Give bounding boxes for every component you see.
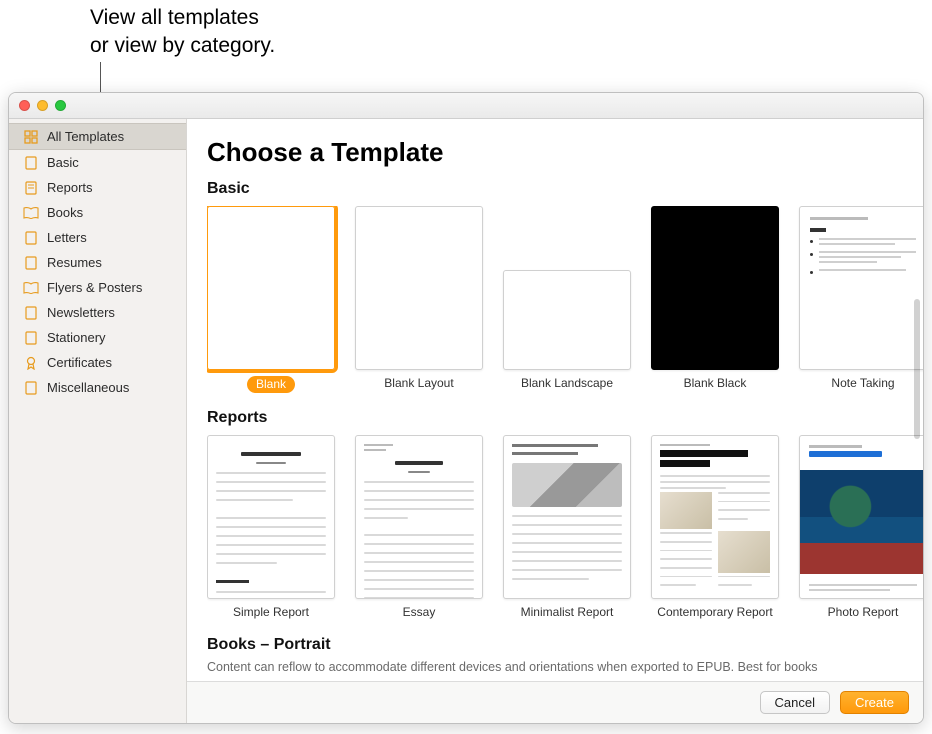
ribbon-icon bbox=[23, 356, 39, 370]
window-body: All Templates Basic Reports Books bbox=[9, 119, 923, 723]
template-label: Simple Report bbox=[233, 605, 309, 620]
sidebar-item-reports[interactable]: Reports bbox=[9, 175, 186, 200]
template-thumbnail bbox=[799, 435, 923, 599]
dialog-footer: Cancel Create bbox=[187, 681, 923, 723]
document-icon bbox=[23, 306, 39, 320]
sidebar-item-letters[interactable]: Letters bbox=[9, 225, 186, 250]
create-button[interactable]: Create bbox=[840, 691, 909, 714]
sidebar-item-resumes[interactable]: Resumes bbox=[9, 250, 186, 275]
template-label: Essay bbox=[403, 605, 436, 620]
template-thumbnail bbox=[503, 270, 631, 370]
close-icon[interactable] bbox=[19, 100, 30, 111]
sidebar-item-label: Certificates bbox=[47, 355, 112, 370]
sidebar-item-label: Newsletters bbox=[47, 305, 115, 320]
sidebar-item-all-templates[interactable]: All Templates bbox=[9, 123, 186, 150]
template-label: Contemporary Report bbox=[657, 605, 772, 620]
sidebar-item-label: Letters bbox=[47, 230, 87, 245]
sidebar-item-miscellaneous[interactable]: Miscellaneous bbox=[9, 375, 186, 400]
template-thumbnail bbox=[355, 206, 483, 370]
sidebar-item-label: Stationery bbox=[47, 330, 106, 345]
template-thumbnail bbox=[355, 435, 483, 599]
template-label: Minimalist Report bbox=[521, 605, 614, 620]
sidebar-item-label: Miscellaneous bbox=[47, 380, 129, 395]
template-blank-layout[interactable]: Blank Layout bbox=[355, 206, 483, 393]
sidebar-item-label: Basic bbox=[47, 155, 79, 170]
template-row-basic: Blank Blank Layout Blank Landscape Blank… bbox=[207, 206, 923, 393]
template-thumbnail bbox=[651, 206, 779, 370]
template-blank[interactable]: Blank bbox=[207, 206, 335, 393]
template-blank-black[interactable]: Blank Black bbox=[651, 206, 779, 393]
template-simple-report[interactable]: Simple Report bbox=[207, 435, 335, 620]
template-essay[interactable]: Essay bbox=[355, 435, 483, 620]
section-subtitle-books: Content can reflow to accommodate differ… bbox=[207, 660, 923, 674]
sidebar-item-label: Books bbox=[47, 205, 83, 220]
template-chooser-window: All Templates Basic Reports Books bbox=[8, 92, 924, 724]
category-sidebar: All Templates Basic Reports Books bbox=[9, 119, 187, 723]
template-thumbnail bbox=[207, 206, 335, 370]
cancel-button[interactable]: Cancel bbox=[760, 691, 830, 714]
template-thumbnail bbox=[799, 206, 923, 370]
zoom-icon[interactable] bbox=[55, 100, 66, 111]
grid-icon bbox=[23, 130, 39, 144]
annotation-callout: View all templates or view by category. bbox=[90, 4, 275, 61]
template-thumbnail bbox=[651, 435, 779, 599]
template-label: Blank Landscape bbox=[521, 376, 613, 391]
section-title-basic: Basic bbox=[207, 180, 923, 198]
scrollbar[interactable] bbox=[914, 299, 920, 439]
book-icon bbox=[23, 281, 39, 295]
document-icon bbox=[23, 231, 39, 245]
template-thumbnail bbox=[503, 435, 631, 599]
callout-line-1: View all templates bbox=[90, 4, 275, 32]
section-title-reports: Reports bbox=[207, 409, 923, 427]
document-icon bbox=[23, 256, 39, 270]
sidebar-item-certificates[interactable]: Certificates bbox=[9, 350, 186, 375]
template-list-pane: Choose a Template Basic Blank Blank Layo… bbox=[187, 119, 923, 723]
template-contemporary-report[interactable]: Contemporary Report bbox=[651, 435, 779, 620]
template-label: Blank bbox=[247, 376, 295, 393]
sidebar-item-label: Resumes bbox=[47, 255, 102, 270]
document-icon bbox=[23, 181, 39, 195]
sidebar-item-label: All Templates bbox=[47, 129, 124, 144]
sidebar-item-label: Flyers & Posters bbox=[47, 280, 142, 295]
sidebar-item-stationery[interactable]: Stationery bbox=[9, 325, 186, 350]
window-titlebar bbox=[9, 93, 923, 119]
sidebar-item-flyers-posters[interactable]: Flyers & Posters bbox=[9, 275, 186, 300]
template-minimalist-report[interactable]: Minimalist Report bbox=[503, 435, 631, 620]
template-label: Blank Black bbox=[684, 376, 747, 391]
document-icon bbox=[23, 381, 39, 395]
document-icon bbox=[23, 156, 39, 170]
template-scroll-area[interactable]: Choose a Template Basic Blank Blank Layo… bbox=[187, 119, 923, 681]
template-thumbnail bbox=[207, 435, 335, 599]
sidebar-item-books[interactable]: Books bbox=[9, 200, 186, 225]
book-icon bbox=[23, 206, 39, 220]
template-note-taking[interactable]: Note Taking bbox=[799, 206, 923, 393]
template-label: Note Taking bbox=[831, 376, 894, 391]
template-row-reports: Simple Report bbox=[207, 435, 923, 620]
sidebar-item-basic[interactable]: Basic bbox=[9, 150, 186, 175]
section-title-books-portrait: Books – Portrait bbox=[207, 636, 923, 654]
template-blank-landscape[interactable]: Blank Landscape bbox=[503, 206, 631, 393]
minimize-icon[interactable] bbox=[37, 100, 48, 111]
document-icon bbox=[23, 331, 39, 345]
template-label: Photo Report bbox=[828, 605, 899, 620]
callout-line-2: or view by category. bbox=[90, 32, 275, 60]
sidebar-item-newsletters[interactable]: Newsletters bbox=[9, 300, 186, 325]
template-label: Blank Layout bbox=[384, 376, 453, 391]
page-title: Choose a Template bbox=[207, 137, 923, 168]
template-photo-report[interactable]: Photo Report bbox=[799, 435, 923, 620]
sidebar-item-label: Reports bbox=[47, 180, 93, 195]
